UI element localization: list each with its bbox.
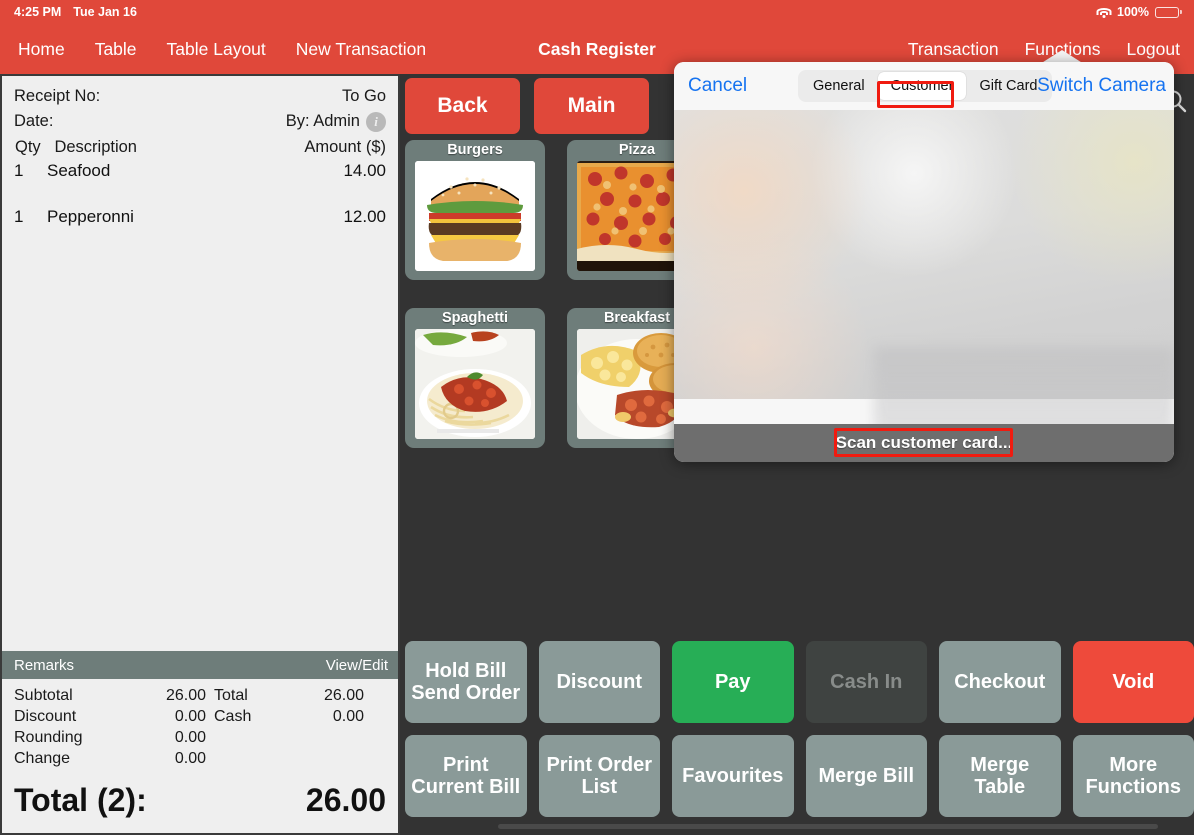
item-amount: 12.00 [343,207,386,226]
switch-camera-button[interactable]: Switch Camera [1037,75,1166,97]
receipt-no-value: To Go [341,87,386,105]
tile-label: Spaghetti [441,310,509,326]
nav-item-new-transaction[interactable]: New Transaction [296,39,426,60]
grand-total-row: Total (2): 26.00 [2,768,398,833]
cancel-button[interactable]: Cancel [688,75,747,97]
merge-table-button[interactable]: Merge Table [939,735,1061,817]
totals-empty-label [214,729,279,747]
item-description: Seafood [47,161,111,180]
app-root: 4:25 PM Tue Jan 16 100% Cash Register Ho… [0,0,1194,835]
totals-empty-value-2 [279,750,364,768]
nav-item-logout[interactable]: Logout [1126,39,1180,60]
spaghetti-photo [415,329,535,439]
scan-card-bar[interactable]: Scan customer card... [674,424,1174,462]
column-header-qty: Qty [15,138,41,156]
cash-label: Cash [214,708,252,725]
status-time: 4:25 PM [14,5,62,19]
item-description: Pepperonni [47,207,134,226]
more-functions-button[interactable]: More Functions [1072,735,1194,817]
item-amount: 14.00 [343,161,386,180]
rounding-value: 0.00 [174,729,206,746]
action-button-grid: Hold Bill Send Order Discount Pay Cash I… [405,641,1194,817]
receipt-date-label: Date: [14,112,54,130]
totals-empty-label-2 [214,750,279,768]
product-tile-spaghetti[interactable]: Spaghetti [405,308,545,448]
totals-empty-value [279,729,364,747]
remarks-bar[interactable]: Remarks View/Edit [2,651,398,679]
segment-general[interactable]: General [800,72,878,100]
receipt-by-value: By: Admin [285,112,360,130]
cash-value: 0.00 [332,708,364,725]
receipt-items-list[interactable]: 1 Seafood 14.00 1 Pepperonni 12.00 [2,157,398,651]
grand-total-value: 26.00 [305,782,386,818]
status-date: Tue Jan 16 [73,5,137,19]
receipt-no-label: Receipt No: [14,87,101,105]
void-button[interactable]: Void [1072,641,1194,723]
status-bar: 4:25 PM Tue Jan 16 100% [0,0,1194,24]
totals-section: Subtotal 26.00 Total 26.00 Discount 0.00… [2,679,398,768]
segment-customer[interactable]: Customer [877,72,967,100]
receipt-item-row[interactable]: 1 Seafood 14.00 [14,161,386,181]
receipt-date-row: Date: By: Admin i [14,109,386,134]
item-qty: 1 [14,207,24,226]
rounding-label: Rounding [14,729,83,746]
subtotal-value: 26.00 [165,687,206,704]
category-nav-buttons: Back Main [405,78,649,134]
grand-total-label: Total (2): [14,782,147,818]
favourites-button[interactable]: Favourites [672,735,794,817]
receipt-header: Receipt No: To Go Date: By: Admin i Qty … [2,76,398,157]
print-order-list-button[interactable]: Print Order List [538,735,660,817]
nav-item-home[interactable]: Home [18,39,65,60]
nav-item-table[interactable]: Table [95,39,137,60]
total-value: 26.00 [323,687,364,704]
print-current-bill-button[interactable]: Print Current Bill [405,735,527,817]
hold-bill-send-order-button[interactable]: Hold Bill Send Order [405,641,527,723]
merge-bill-button[interactable]: Merge Bill [805,735,927,817]
scan-customer-card-label: Scan customer card... [835,433,1013,452]
navbar-left-group: Home Table Table Layout New Transaction [18,24,426,74]
subtotal-label: Subtotal [14,687,73,704]
battery-percent-label: 100% [1117,5,1149,19]
column-header-amount: Amount ($) [304,138,386,156]
change-value: 0.00 [174,750,206,767]
camera-preview [674,110,1174,462]
pay-button[interactable]: Pay [672,641,794,723]
change-label: Change [14,750,71,767]
wifi-icon [1096,7,1112,18]
column-header-description: Description [54,138,137,156]
battery-icon [1155,6,1182,18]
remarks-label: Remarks [14,656,75,674]
popover-header: Cancel General Customer Gift Card Switch… [674,62,1174,110]
item-qty: 1 [14,161,24,180]
status-bar-right: 100% [1096,5,1194,19]
discount-button[interactable]: Discount [538,641,660,723]
nav-item-table-layout[interactable]: Table Layout [167,39,266,60]
burger-photo [415,161,535,271]
receipt-item-row[interactable]: 1 Pepperonni 12.00 [14,207,386,227]
segmented-control: General Customer Gift Card [798,70,1053,102]
remarks-view-edit-button[interactable]: View/Edit [326,657,388,674]
checkout-button[interactable]: Checkout [939,641,1061,723]
receipt-no-row: Receipt No: To Go [14,84,386,109]
nav-item-transaction[interactable]: Transaction [908,39,999,60]
customer-card-popover: Cancel General Customer Gift Card Switch… [674,62,1174,462]
status-bar-left: 4:25 PM Tue Jan 16 [0,5,137,19]
product-tile-burgers[interactable]: Burgers [405,140,545,280]
info-circle-icon[interactable]: i [366,111,386,132]
receipt-column-headers: Qty Description Amount ($) [14,138,386,157]
receipt-panel: Receipt No: To Go Date: By: Admin i Qty … [0,74,400,835]
main-button[interactable]: Main [534,78,649,134]
discount-value: 0.00 [174,708,206,725]
totals-grid: Subtotal 26.00 Total 26.00 Discount 0.00… [14,687,386,768]
total-label: Total [214,687,248,704]
cash-in-button: Cash In [805,641,927,723]
discount-label: Discount [14,708,77,725]
tile-label: Burgers [447,142,503,158]
back-button[interactable]: Back [405,78,520,134]
horizontal-scrollbar[interactable] [498,824,1158,829]
